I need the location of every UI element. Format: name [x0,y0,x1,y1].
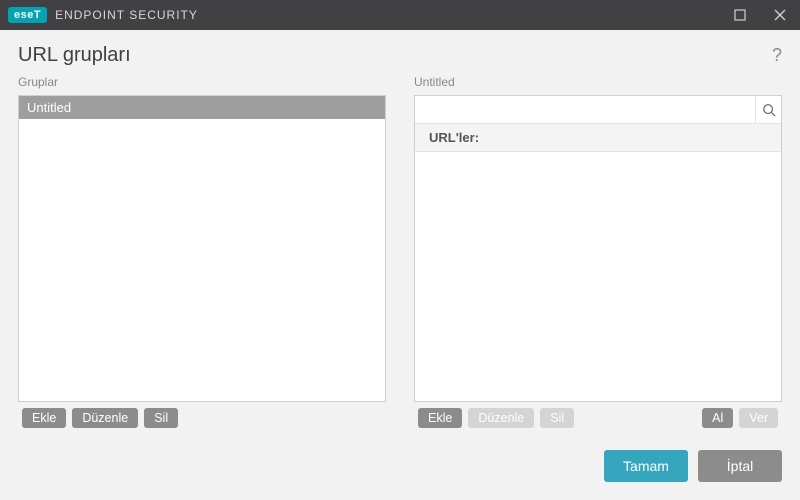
urls-pane: Untitled URL'ler: Ekle Düzenle Sil Al Ve… [414,75,782,432]
urls-add-button[interactable]: Ekle [418,408,462,428]
groups-delete-button[interactable]: Sil [144,408,178,428]
window-maximize-button[interactable] [720,0,760,30]
page-title: URL grupları [18,44,772,67]
urls-delete-button: Sil [540,408,574,428]
urls-label: Untitled [414,75,782,89]
help-icon[interactable]: ? [772,45,782,66]
urls-toolbar: Ekle Düzenle Sil Al Ver [414,402,782,432]
groups-body: Untitled [18,95,386,402]
groups-pane: Gruplar Untitled Ekle Düzenle Sil [18,75,386,432]
dialog-footer: Tamam İptal [0,432,800,500]
cancel-button[interactable]: İptal [698,450,782,482]
url-searchbar [415,96,781,124]
url-list [415,152,781,401]
window-close-button[interactable] [760,0,800,30]
search-icon [762,103,776,117]
groups-label: Gruplar [18,75,386,89]
groups-edit-button[interactable]: Düzenle [72,408,138,428]
groups-list: Untitled [19,96,385,401]
maximize-icon [734,9,746,21]
brand-badge: eseT [8,7,47,23]
urls-export-button: Ver [739,408,778,428]
urls-edit-button: Düzenle [468,408,534,428]
url-column-header: URL'ler: [415,124,781,152]
urls-import-button[interactable]: Al [702,408,733,428]
groups-add-button[interactable]: Ekle [22,408,66,428]
group-item[interactable]: Untitled [19,96,385,119]
groups-toolbar: Ekle Düzenle Sil [18,402,386,432]
urls-body: URL'ler: [414,95,782,402]
close-icon [774,9,786,21]
url-search-input[interactable] [415,96,755,123]
dialog-header: URL grupları ? [0,30,800,75]
titlebar: eseT ENDPOINT SECURITY [0,0,800,30]
url-search-button[interactable] [755,96,781,123]
brand-text: ENDPOINT SECURITY [55,8,198,22]
main-panes: Gruplar Untitled Ekle Düzenle Sil Untitl… [0,75,800,432]
ok-button[interactable]: Tamam [604,450,688,482]
